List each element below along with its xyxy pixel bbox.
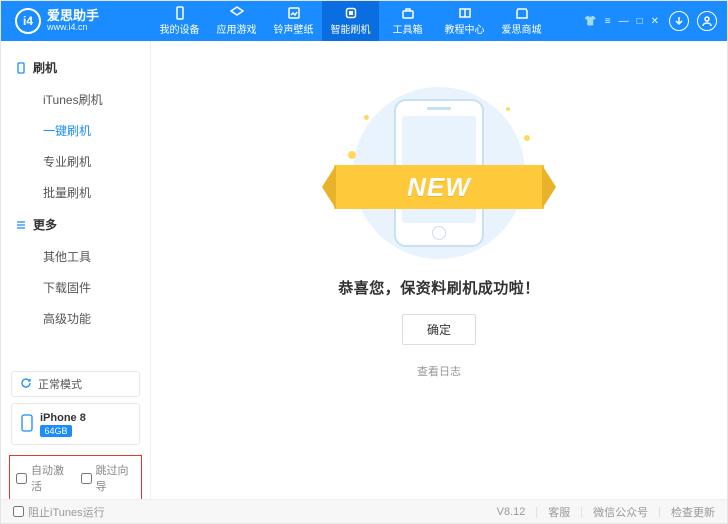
- book-icon: [458, 6, 472, 20]
- sidebar-item-advanced[interactable]: 高级功能: [1, 303, 150, 334]
- version-label: V8.12: [497, 506, 526, 518]
- brand-logo: i4 爱思助手 www.i4.cn: [1, 1, 151, 41]
- main-panel: NEW 恭喜您，保资料刷机成功啦！ 确定 查看日志: [151, 41, 727, 501]
- sidebar-item-other-tools[interactable]: 其他工具: [1, 241, 150, 272]
- refresh-icon: [20, 377, 32, 392]
- block-itunes-checkbox[interactable]: 阻止iTunes运行: [13, 504, 105, 520]
- app-icon: [230, 6, 244, 20]
- activation-options: 自动激活 跳过向导: [9, 455, 142, 501]
- skip-guide-checkbox[interactable]: 跳过向导: [81, 462, 136, 494]
- sidebar-item-download-fw[interactable]: 下载固件: [1, 272, 150, 303]
- tab-ringtones[interactable]: 铃声壁纸: [265, 1, 322, 41]
- sidebar-item-batch-flash[interactable]: 批量刷机: [1, 177, 150, 208]
- shirt-icon[interactable]: 👕: [582, 16, 598, 27]
- tab-tools[interactable]: 工具箱: [379, 1, 436, 41]
- download-icon[interactable]: [669, 11, 689, 31]
- mode-status[interactable]: 正常模式: [11, 371, 140, 397]
- logo-icon: i4: [15, 8, 41, 34]
- phone-icon: [173, 6, 187, 20]
- minimize-button[interactable]: —: [617, 16, 631, 27]
- tab-apps[interactable]: 应用游戏: [208, 1, 265, 41]
- tab-my-device[interactable]: 我的设备: [151, 1, 208, 41]
- sidebar-item-oneclick-flash[interactable]: 一键刷机: [1, 115, 150, 146]
- device-name: iPhone 8: [40, 412, 86, 424]
- update-link[interactable]: 检查更新: [671, 504, 715, 520]
- ok-button[interactable]: 确定: [402, 314, 476, 345]
- maximize-button[interactable]: □: [635, 16, 645, 27]
- device-storage: 64GB: [40, 425, 72, 437]
- sidebar-item-pro-flash[interactable]: 专业刷机: [1, 146, 150, 177]
- brand-url: www.i4.cn: [47, 23, 99, 32]
- status-bar: 阻止iTunes运行 V8.12 | 客服 | 微信公众号 | 检查更新: [1, 499, 727, 523]
- tab-store[interactable]: 爱思商城: [493, 1, 550, 41]
- list-icon: [15, 219, 27, 231]
- tab-flash[interactable]: 智能刷机: [322, 1, 379, 41]
- main-tabs: 我的设备 应用游戏 铃声壁纸 智能刷机 工具箱 教程中心 爱思商城: [151, 1, 550, 41]
- success-illustration: NEW: [324, 87, 554, 259]
- wechat-link[interactable]: 微信公众号: [593, 504, 648, 520]
- flash-icon: [344, 6, 358, 20]
- sidebar: 刷机 iTunes刷机 一键刷机 专业刷机 批量刷机 更多 其他工具 下载固件 …: [1, 41, 151, 501]
- wallpaper-icon: [287, 6, 301, 20]
- phone-icon: [20, 414, 34, 435]
- menu-icon[interactable]: ≡: [603, 16, 613, 27]
- store-icon: [515, 6, 529, 20]
- window-controls: 👕 ≡ — □ ✕: [582, 1, 727, 41]
- sidebar-group-flash: 刷机: [1, 51, 150, 84]
- new-badge: NEW: [407, 172, 471, 203]
- auto-activate-checkbox[interactable]: 自动激活: [16, 462, 71, 494]
- brand-name: 爱思助手: [47, 9, 99, 23]
- app-header: i4 爱思助手 www.i4.cn 我的设备 应用游戏 铃声壁纸 智能刷机 工具…: [1, 1, 727, 41]
- view-log-link[interactable]: 查看日志: [417, 363, 461, 379]
- sidebar-group-more: 更多: [1, 208, 150, 241]
- phone-icon: [15, 62, 27, 74]
- close-button[interactable]: ✕: [649, 16, 661, 27]
- user-icon[interactable]: [697, 11, 717, 31]
- success-message: 恭喜您，保资料刷机成功啦！: [338, 277, 540, 298]
- tab-tutorials[interactable]: 教程中心: [436, 1, 493, 41]
- sidebar-item-itunes-flash[interactable]: iTunes刷机: [1, 84, 150, 115]
- toolbox-icon: [401, 6, 415, 20]
- service-link[interactable]: 客服: [548, 504, 570, 520]
- device-card[interactable]: iPhone 8 64GB: [11, 403, 140, 445]
